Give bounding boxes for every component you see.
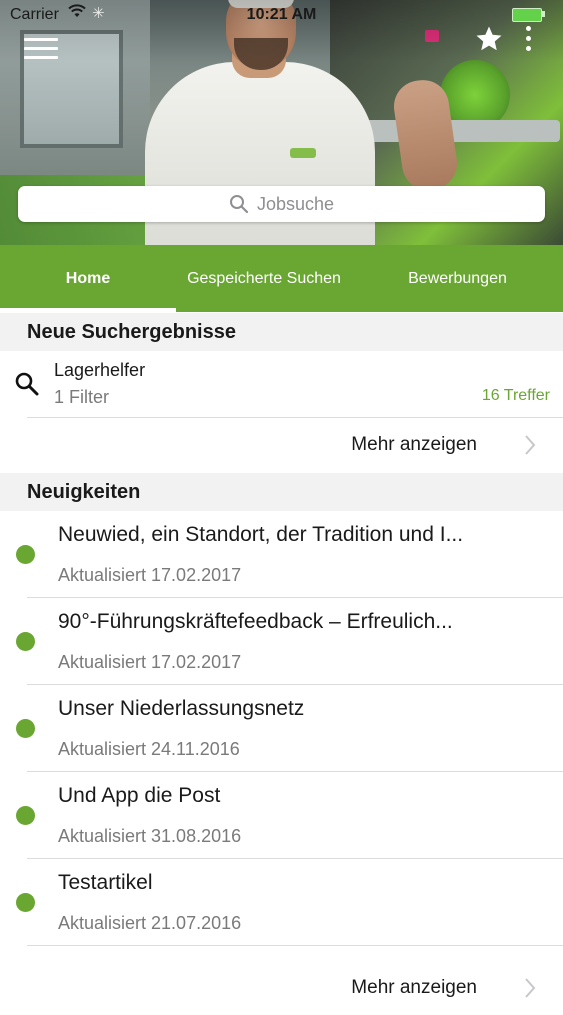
- result-filters: 1 Filter: [54, 387, 110, 407]
- chevron-right-icon: [525, 435, 536, 455]
- news-date: Aktualisiert 17.02.2017: [58, 652, 242, 672]
- tab-saved-searches[interactable]: Gespeicherte Suchen: [176, 245, 352, 312]
- saved-search-result[interactable]: Lagerhelfer 1 Filter 16 Treffer: [0, 351, 563, 417]
- star-icon[interactable]: [474, 24, 504, 54]
- hamburger-menu-icon[interactable]: [24, 38, 58, 60]
- news-item[interactable]: Und App die Post Aktualisiert 31.08.2016: [0, 772, 563, 858]
- news-date: Aktualisiert 24.11.2016: [58, 739, 240, 759]
- search-placeholder: Jobsuche: [256, 193, 335, 214]
- news-date: Aktualisiert 31.08.2016: [58, 826, 242, 846]
- news-title: 90°-Führungskräftefeedback – Erfreulich.…: [58, 610, 453, 633]
- unread-dot-icon: [16, 893, 35, 912]
- search-input[interactable]: Jobsuche: [18, 186, 545, 222]
- battery-icon: [512, 8, 542, 22]
- chevron-right-icon: [525, 978, 536, 998]
- section-header-new-results: Neue Suchergebnisse: [0, 313, 563, 351]
- unread-dot-icon: [16, 545, 35, 564]
- battery-tip: [542, 11, 545, 17]
- news-title: Unser Niederlassungsnetz: [58, 697, 305, 720]
- news-title: Und App die Post: [58, 784, 221, 807]
- unread-dot-icon: [16, 632, 35, 651]
- tab-bar: Home Gespeicherte Suchen Bewerbungen: [0, 245, 563, 312]
- news-date: Aktualisiert 21.07.2016: [58, 913, 242, 933]
- news-item[interactable]: Unser Niederlassungsnetz Aktualisiert 24…: [0, 685, 563, 771]
- more-news-button[interactable]: Mehr anzeigen: [0, 961, 563, 1015]
- status-time: 10:21 AM: [246, 6, 317, 23]
- news-title: Neuwied, ein Standort, der Tradition und…: [58, 523, 464, 546]
- more-label: Mehr anzeigen: [351, 434, 477, 455]
- vertical-dots-icon[interactable]: [521, 26, 535, 56]
- tab-home[interactable]: Home: [0, 245, 176, 312]
- news-date: Aktualisiert 17.02.2017: [58, 565, 242, 585]
- news-item[interactable]: Testartikel Aktualisiert 21.07.2016: [0, 859, 563, 945]
- more-results-button[interactable]: Mehr anzeigen: [0, 418, 563, 472]
- unread-dot-icon: [16, 719, 35, 738]
- news-item[interactable]: Neuwied, ein Standort, der Tradition und…: [0, 511, 563, 597]
- news-item[interactable]: 90°-Führungskräftefeedback – Erfreulich.…: [0, 598, 563, 684]
- result-count: 16 Treffer: [481, 387, 550, 404]
- tab-applications[interactable]: Bewerbungen: [352, 245, 563, 312]
- result-title: Lagerhelfer: [54, 360, 146, 380]
- section-header-news: Neuigkeiten: [0, 473, 563, 511]
- divider: [27, 945, 563, 946]
- search-icon: [15, 372, 39, 396]
- news-title: Testartikel: [58, 871, 153, 894]
- unread-dot-icon: [16, 806, 35, 825]
- more-label: Mehr anzeigen: [351, 977, 477, 998]
- search-icon: [229, 195, 249, 214]
